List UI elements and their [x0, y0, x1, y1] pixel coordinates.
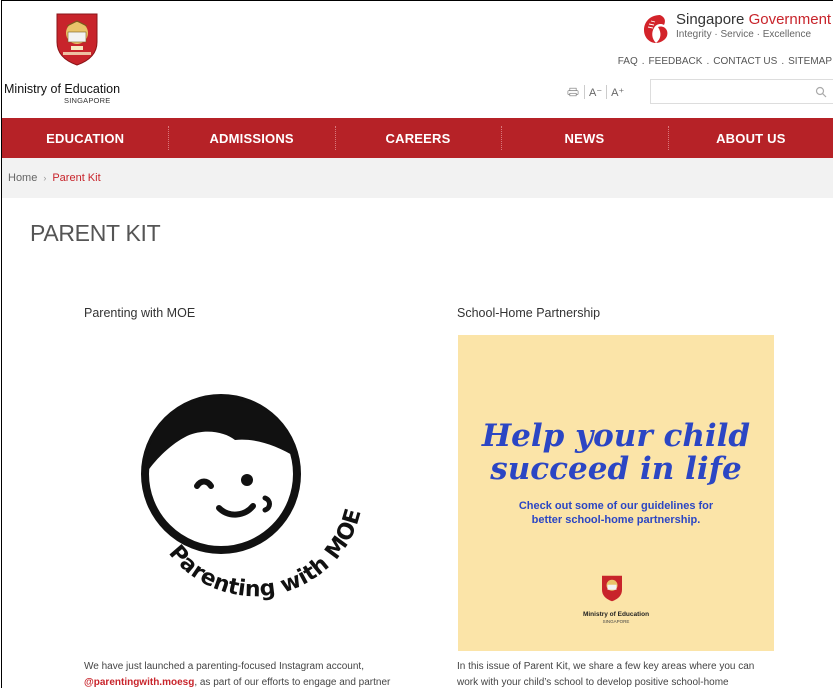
singapore-lion-icon[interactable] — [642, 13, 670, 45]
sg-title-part2: Government — [748, 11, 832, 28]
link-separator: . — [641, 56, 645, 67]
sg-title-part1: Singapore — [676, 11, 749, 28]
main-navigation: EDUCATION ADMISSIONS CAREERS NEWS ABOUT … — [2, 118, 833, 158]
instagram-handle-link[interactable]: @parentingwith.moesg — [84, 677, 194, 688]
promo-headline-line1: Help your child — [481, 418, 751, 454]
nav-careers[interactable]: CAREERS — [334, 118, 501, 158]
sg-tagline: Integrity · Service · Excellence — [676, 29, 812, 40]
accessibility-tools: A⁻ A⁺ — [562, 82, 628, 102]
ministry-country: SINGAPORE — [64, 96, 111, 105]
promo-subtext-line2: better school-home partnership. — [531, 514, 701, 526]
nav-admissions[interactable]: ADMISSIONS — [168, 118, 334, 158]
promo-subtext-line1: Check out some of our guidelines for — [518, 500, 714, 512]
breadcrumb-separator: › — [43, 173, 47, 183]
link-separator: . — [706, 56, 710, 67]
nav-education[interactable]: EDUCATION — [2, 118, 168, 158]
page-title: PARENT KIT — [30, 220, 161, 246]
search-input[interactable] — [651, 80, 811, 103]
breadcrumb: Home › Parent Kit — [2, 158, 833, 198]
search-icon[interactable] — [815, 86, 827, 98]
promo-ministry-name: Ministry of Education — [582, 611, 650, 618]
promo-headline-line2: succeed in life — [490, 451, 742, 487]
nav-about-us[interactable]: ABOUT US — [667, 118, 833, 158]
singapore-government-title[interactable]: Singapore Government — [676, 11, 831, 28]
parenting-with-moe-title[interactable]: Parenting with MOE — [84, 306, 195, 320]
moe-crest-small-icon — [602, 575, 622, 602]
school-home-partnership-banner[interactable]: Help your child succeed in life Check ou… — [458, 335, 774, 651]
breadcrumb-current[interactable]: Parent Kit — [52, 172, 100, 184]
partnership-description: In this issue of Parent Kit, we share a … — [457, 659, 754, 688]
breadcrumb-home[interactable]: Home — [8, 172, 37, 184]
search-box — [650, 79, 833, 104]
partnership-description-line2: work with your child’s school to develop… — [457, 677, 729, 688]
moe-crest-logo[interactable] — [53, 10, 101, 67]
feedback-link[interactable]: FEEDBACK — [649, 56, 703, 67]
utility-links: FAQ. FEEDBACK. CONTACT US. SITEMAP — [602, 56, 833, 67]
main-content: PARENT KIT Parenting with MOE School-Hom… — [2, 198, 833, 688]
parenting-with-moe-logo[interactable]: Parenting with MOE — [135, 388, 361, 614]
parenting-description-line2-text: , as part of our efforts to engage and p… — [194, 677, 391, 688]
parenting-description: We have just launched a parenting-focuse… — [84, 659, 390, 688]
page-frame: Ministry of Education SINGAPORE Singapor… — [1, 0, 833, 688]
parenting-description-line1: We have just launched a parenting-focuse… — [84, 661, 364, 672]
contact-us-link[interactable]: CONTACT US — [713, 56, 777, 67]
link-separator: . — [781, 56, 785, 67]
parenting-description-line2: @parentingwith.moesg, as part of our eff… — [84, 675, 390, 688]
school-home-partnership-title[interactable]: School-Home Partnership — [457, 306, 600, 320]
font-decrease-button[interactable]: A⁻ — [585, 86, 606, 99]
site-header: Ministry of Education SINGAPORE Singapor… — [2, 1, 833, 118]
font-increase-button[interactable]: A⁺ — [607, 86, 628, 99]
ministry-name: Ministry of Education — [4, 82, 121, 96]
faq-link[interactable]: FAQ — [618, 56, 638, 67]
promo-ministry-country: SINGAPORE — [602, 619, 630, 624]
partnership-description-line1: In this issue of Parent Kit, we share a … — [457, 661, 755, 672]
nav-news[interactable]: NEWS — [501, 118, 667, 158]
printer-icon[interactable] — [562, 85, 584, 99]
sitemap-link[interactable]: SITEMAP — [788, 56, 832, 67]
promo-subtext: Check out some of our guidelines for bet… — [458, 499, 774, 527]
